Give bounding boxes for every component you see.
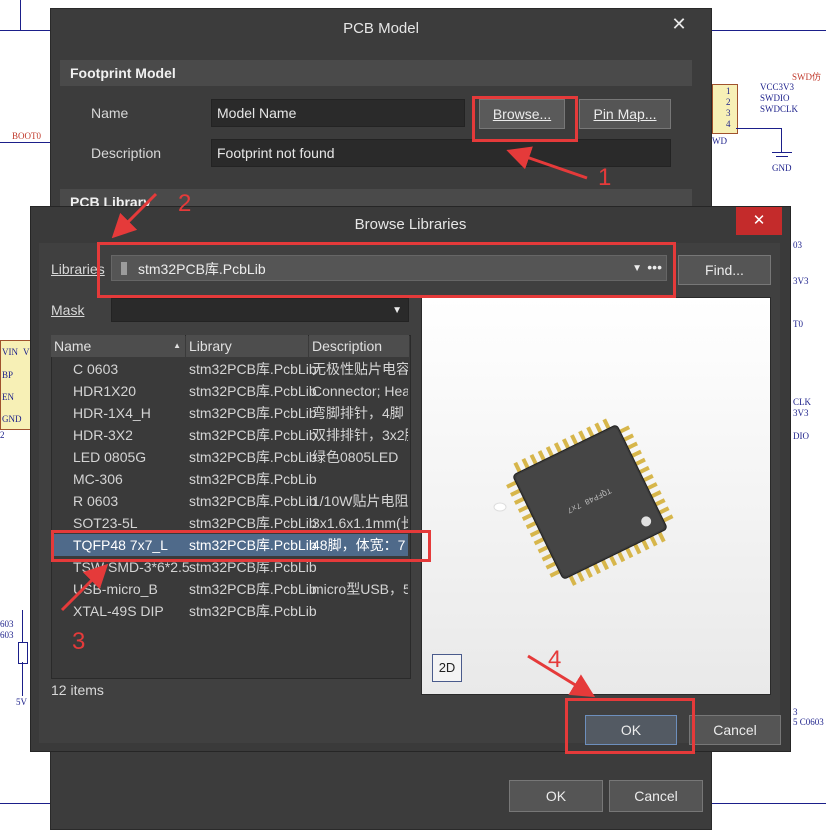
annotation-arrows xyxy=(60,146,596,698)
annotation-step-1: 1 xyxy=(598,164,612,191)
annotation-step-3: 3 xyxy=(72,628,86,655)
annotation-step-4: 4 xyxy=(548,646,562,673)
annotation-step-2: 2 xyxy=(178,190,192,217)
